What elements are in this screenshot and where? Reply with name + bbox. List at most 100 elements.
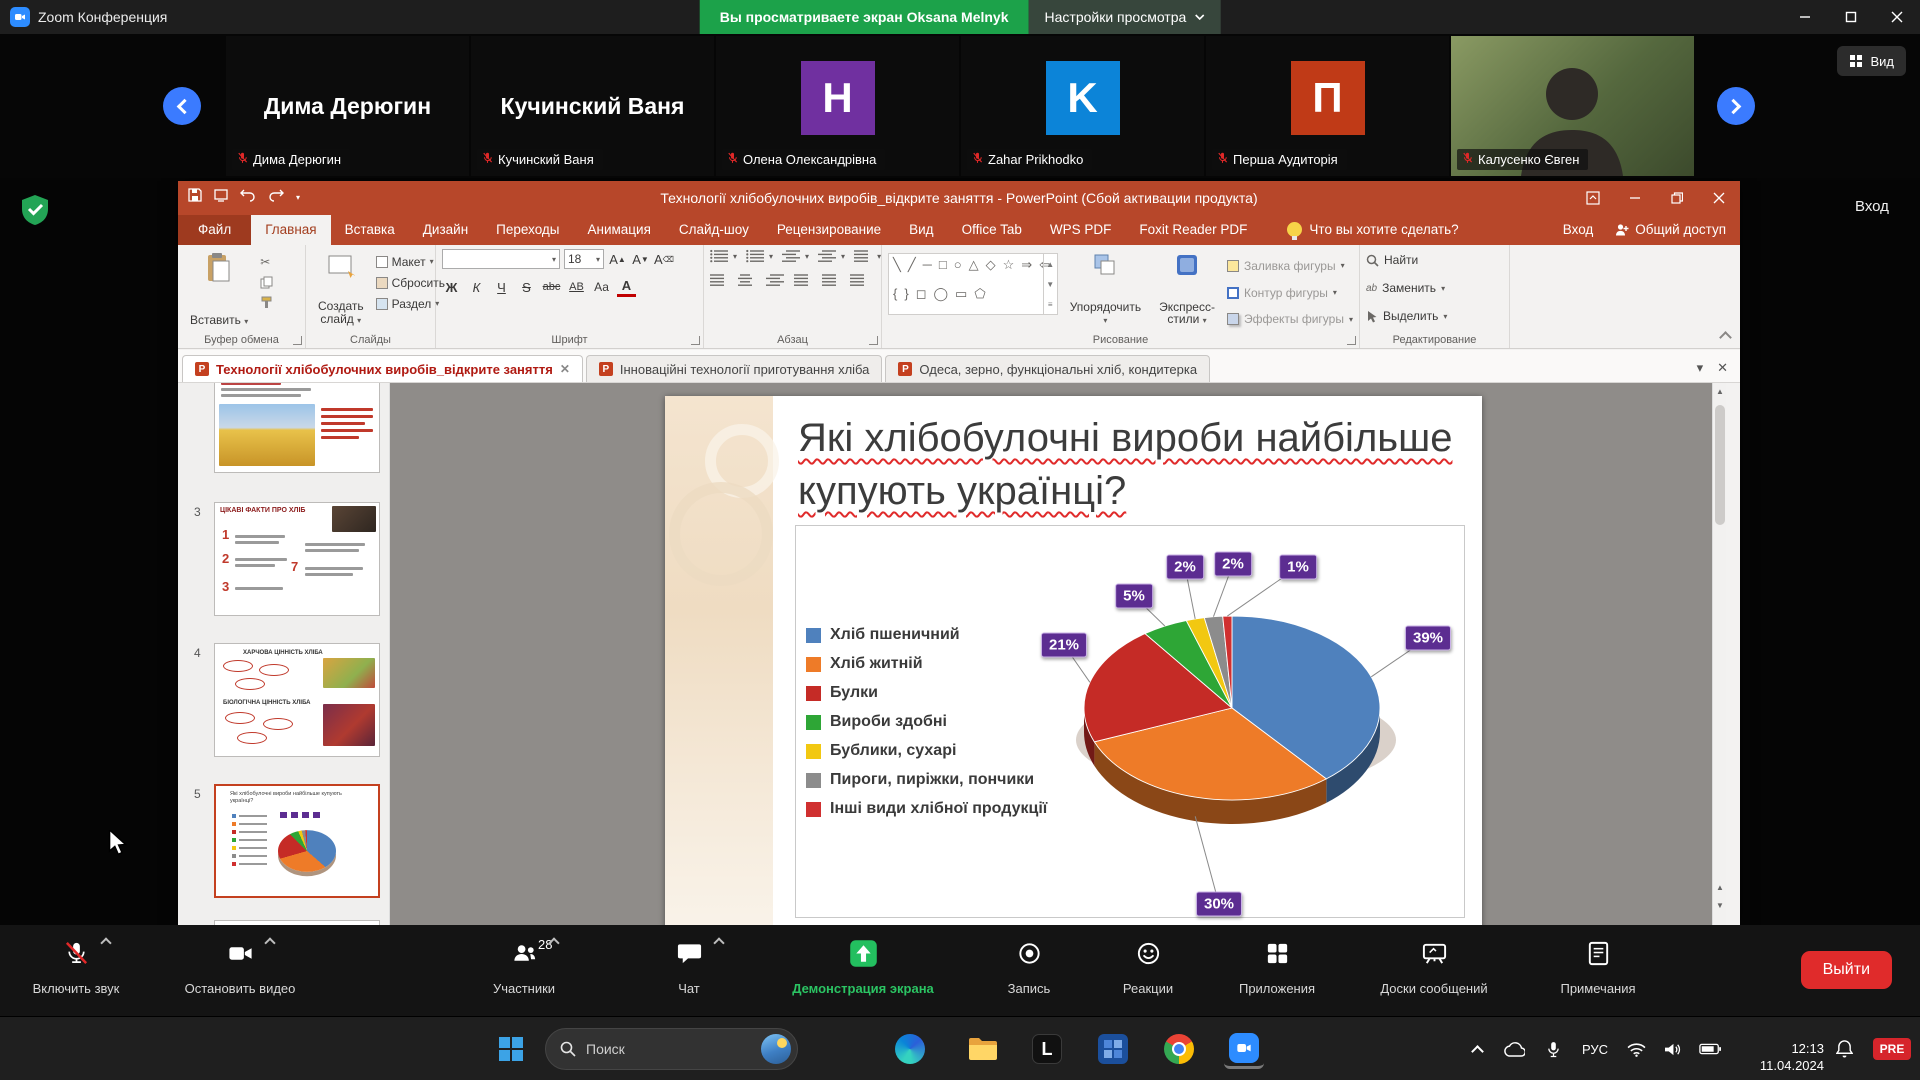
notes-toolbar-button[interactable]: Примечания [1523,937,1673,996]
ribbon-display-options-icon[interactable] [1572,181,1614,214]
camera-toolbar-button[interactable]: Остановить видео [165,937,315,996]
current-slide[interactable]: Які хлібобулочні вироби найбільше купуют… [665,396,1482,925]
scrollbar-thumb[interactable] [1715,405,1725,525]
previous-participants-button[interactable] [163,87,201,125]
ribbon-tab-8[interactable]: Вид [895,215,947,245]
shape-glyph-icon[interactable]: ⇒ [1021,257,1032,283]
taskbar-chrome-icon[interactable] [1159,1029,1199,1069]
ribbon-tab-1[interactable]: Главная [251,215,330,245]
strikethrough-button[interactable]: S [517,277,536,297]
previous-slide-icon[interactable]: ▲ [1713,879,1726,895]
ribbon-tab-11[interactable]: Foxit Reader PDF [1125,215,1261,245]
doc-tabs-dropdown-icon[interactable]: ▾ [1697,360,1704,376]
text-direction-button[interactable] [850,273,869,288]
close-button[interactable] [1874,0,1920,34]
font-size-combobox[interactable]: 18▾ [564,249,604,269]
underline-button[interactable]: Ч [492,277,511,297]
view-button[interactable]: Вид [1837,46,1906,76]
close-tab-icon[interactable]: ✕ [560,362,570,376]
shape-glyph-icon[interactable]: ☆ [1003,257,1015,283]
qat-customize-icon[interactable]: ▾ [296,193,300,202]
slide-thumbnail-2[interactable] [214,383,380,473]
share-toolbar-button[interactable]: Демонстрация экрана [788,937,938,996]
ribbon-tab-5[interactable]: Анимация [574,215,665,245]
battery-icon[interactable] [1690,1043,1730,1055]
shape-glyph-icon[interactable]: } [904,286,908,312]
ribbon-tab-10[interactable]: WPS PDF [1036,215,1126,245]
align-right-button[interactable] [766,273,785,288]
share-document-button[interactable]: Общий доступ [1615,222,1726,237]
participant-tile-3[interactable]: KZahar Prikhodko [961,36,1204,176]
arrange-button[interactable]: Упорядочить ▾ [1064,249,1147,330]
shapes-scroll-down-icon[interactable]: ▼ [1046,280,1054,289]
ppt-minimize-button[interactable] [1614,181,1656,214]
justify-button[interactable] [794,273,813,288]
shape-glyph-icon[interactable]: ╲ [893,257,901,283]
language-indicator[interactable]: РУС [1572,1042,1618,1057]
replace-button[interactable]: abЗаменить▾ [1366,277,1503,299]
shape-glyph-icon[interactable]: □ [939,257,947,283]
section-button[interactable]: Раздел▾ [376,297,445,311]
vertical-scrollbar[interactable]: ▲ ▲ ▼ [1712,383,1726,925]
chat-toolbar-button[interactable]: Чат [614,937,764,996]
shape-glyph-icon[interactable]: △ [969,257,979,283]
tray-chevron-up-icon[interactable] [1460,1043,1494,1056]
start-button[interactable] [491,1029,531,1069]
preview-icon[interactable] [214,188,228,207]
tell-me-box[interactable]: Что вы хотите сделать? [1287,222,1458,245]
font-color-button[interactable]: А [617,277,636,297]
change-case-button[interactable]: Аа [592,277,611,297]
shape-glyph-icon[interactable]: { [893,286,897,312]
align-center-button[interactable] [738,273,757,288]
participant-tile-2[interactable]: НОлена Олександрівна [716,36,959,176]
shapes-more-icon[interactable]: ≡ [1048,300,1053,309]
onedrive-cloud-icon[interactable] [1494,1042,1534,1057]
character-spacing-button[interactable]: АВ [567,277,586,297]
shape-glyph-icon[interactable]: ╱ [908,257,916,283]
reset-button[interactable]: Сбросить [376,276,445,290]
copy-button[interactable] [260,276,273,289]
next-participants-button[interactable] [1717,87,1755,125]
view-settings-button[interactable]: Настройки просмотра [1029,0,1221,34]
board-toolbar-button[interactable]: Доски сообщений [1359,937,1509,996]
taskbar-explorer-icon[interactable] [963,1029,1003,1069]
strikethrough-abc-button[interactable]: abc [542,277,561,297]
decrease-indent-button[interactable]: ▾ [782,249,809,264]
align-left-button[interactable] [710,273,729,288]
shape-fill-button[interactable]: Заливка фигуры▾ [1227,255,1353,277]
ribbon-tab-2[interactable]: Вставка [331,215,409,245]
shapes-gallery[interactable]: ╲╱─□○△◇☆⇒⇦{}◻◯▭⬠▲▼≡ [888,253,1058,315]
cut-button[interactable]: ✂ [260,255,273,269]
font-name-combobox[interactable]: ▾ [442,249,560,269]
redo-icon[interactable] [268,189,284,207]
select-button[interactable]: Выделить▾ [1366,305,1503,327]
save-icon[interactable] [188,188,202,207]
chevron-up-icon[interactable] [264,937,275,948]
ribbon-tab-9[interactable]: Office Tab [948,215,1036,245]
participant-tile-5[interactable]: Калусенко Євген [1451,36,1694,176]
mic-off-toolbar-button[interactable]: Включить звук [1,937,151,996]
bullets-button[interactable]: ▾ [710,249,737,264]
ribbon-tab-7[interactable]: Рецензирование [763,215,895,245]
minimize-button[interactable] [1782,0,1828,34]
undo-icon[interactable] [240,189,256,207]
format-painter-button[interactable] [260,296,273,309]
line-spacing-button[interactable]: ▾ [854,249,881,264]
slide-thumbnail-3[interactable]: ЦІКАВІ ФАКТИ ПРО ХЛІБ 1237 [214,502,380,616]
paste-button[interactable]: Вставить ▾ [184,249,254,330]
clear-formatting-button[interactable]: А⌫ [654,249,674,269]
doc-tabs-close-icon[interactable]: ✕ [1717,360,1728,376]
ppt-close-button[interactable] [1698,181,1740,214]
find-button[interactable]: Найти [1366,249,1503,271]
shape-glyph-icon[interactable]: ─ [923,257,932,283]
shapes-scroll-up-icon[interactable]: ▲ [1046,260,1054,269]
shrink-font-button[interactable]: А▼ [631,249,650,269]
pie-chart[interactable]: Хліб пшеничнийХліб житнійБулкиВироби здо… [795,525,1465,918]
ppt-sign-in-button[interactable]: Вход [1563,222,1594,237]
shape-glyph-icon[interactable]: ◻ [916,286,927,312]
participant-tile-4[interactable]: ППерша Аудиторія [1206,36,1449,176]
chevron-up-icon[interactable] [100,937,111,948]
shape-glyph-icon[interactable]: ◯ [933,286,948,312]
taskbar-zoom-icon[interactable] [1224,1029,1264,1069]
columns-button[interactable] [822,273,841,288]
